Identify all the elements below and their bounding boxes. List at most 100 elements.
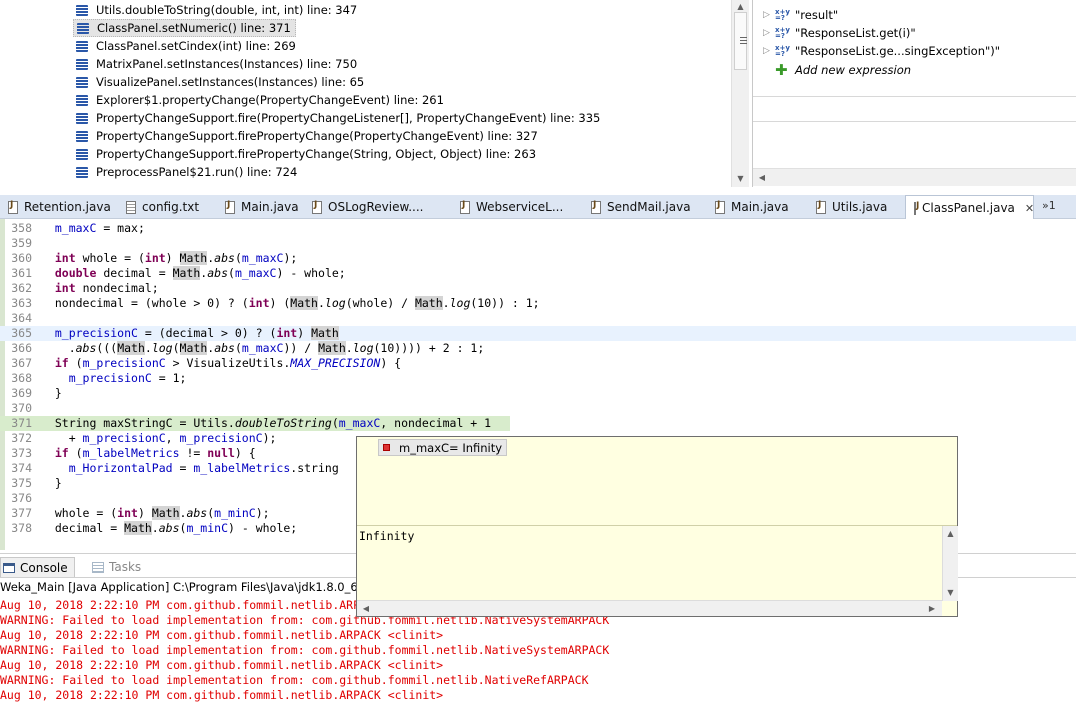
code-text: int whole = (int) Math.abs(m_maxC);	[54, 251, 298, 265]
stack-frame-row[interactable]: VisualizePanel.setInstances(Instances) l…	[76, 73, 364, 91]
console-icon	[3, 562, 15, 573]
code-text: if (m_labelMetrics != null) {	[54, 446, 256, 460]
code-line: 363 nondecimal = (whole > 0) ? (int) (Ma…	[0, 296, 1076, 311]
stack-frame-label: PreprocessPanel$21.run() line: 724	[96, 165, 298, 179]
java-file-icon	[715, 200, 725, 214]
line-number: 363	[11, 296, 32, 310]
java-file-icon	[914, 201, 919, 215]
line-number: 368	[11, 371, 32, 385]
hover-vertical-scrollbar[interactable]: ▲ ▼	[942, 526, 958, 601]
editor-tab[interactable]: config.txt	[118, 195, 199, 219]
code-text: }	[41, 476, 62, 490]
add-plus-icon: ✚	[775, 61, 788, 79]
editor-tab[interactable]: Retention.java	[0, 195, 111, 219]
stack-frame-label: VisualizePanel.setInstances(Instances) l…	[96, 75, 365, 89]
stack-frame-label: PropertyChangeSupport.firePropertyChange…	[96, 147, 537, 161]
code-line: 367 if (m_precisionC > VisualizeUtils.MA…	[0, 356, 1076, 371]
code-text: + m_precisionC, m_precisionC);	[41, 431, 277, 445]
stack-frame-row[interactable]: PreprocessPanel$21.run() line: 724	[76, 163, 297, 181]
stack-frame-icon	[76, 112, 88, 124]
editor-tab[interactable]: Utils.java	[808, 195, 887, 219]
expression-row[interactable]: ▷ x+y =? "result"	[763, 6, 838, 24]
code-line-breakpoint: 371 String maxStringC = Utils.doubleToSt…	[0, 416, 510, 431]
code-line: 358 m_maxC = max;	[0, 221, 1076, 236]
expression-label: "ResponseList.get(i)"	[795, 26, 916, 40]
close-tab-icon[interactable]: ✕	[1025, 202, 1034, 215]
private-field-icon	[383, 444, 390, 451]
stack-frame-row[interactable]: PropertyChangeSupport.firePropertyChange…	[76, 127, 538, 145]
editor-tab[interactable]: Main.java	[707, 195, 789, 219]
hover-variable-tree[interactable]: m_maxC= Infinity	[357, 437, 957, 526]
stack-frame-row[interactable]: MatrixPanel.setInstances(Instances) line…	[76, 55, 357, 73]
stack-frame-label: Utils.doubleToString(double, int, int) l…	[96, 3, 358, 17]
stack-frame-row[interactable]: PropertyChangeSupport.firePropertyChange…	[76, 145, 536, 163]
expression-row[interactable]: ▷ x+y =? "ResponseList.ge...singExceptio…	[763, 42, 1000, 60]
scroll-down-arrow-icon[interactable]: ▼	[732, 174, 749, 183]
add-expression-row[interactable]: ✚ Add new expression	[763, 61, 911, 79]
code-text: double decimal = Math.abs(m_maxC) - whol…	[54, 266, 346, 280]
code-line: 364	[0, 311, 1076, 326]
code-text: whole = (int) Math.abs(m_minC);	[41, 506, 270, 520]
console-line: Aug 10, 2018 2:22:10 PM com.github.fommi…	[0, 688, 444, 702]
scroll-right-arrow-icon[interactable]: ▶	[925, 604, 939, 613]
scroll-left-arrow-icon[interactable]: ◀	[359, 604, 373, 613]
console-line: WARNING: Failed to load implementation f…	[0, 643, 610, 657]
code-text: nondecimal = (whole > 0) ? (int) (Math.l…	[41, 296, 540, 310]
stack-frame-row[interactable]: PropertyChangeSupport.fire(PropertyChang…	[76, 109, 600, 127]
java-file-icon	[225, 200, 235, 214]
stack-frame-row[interactable]: Explorer$1.propertyChange(PropertyChange…	[76, 91, 444, 109]
scroll-up-arrow-icon[interactable]: ▲	[732, 2, 749, 11]
hover-variable-item[interactable]: m_maxC= Infinity	[378, 439, 508, 456]
scroll-down-arrow-icon[interactable]: ▼	[943, 588, 958, 597]
tab-console[interactable]: Console	[0, 557, 75, 577]
stack-frame-label: ClassPanel.setCindex(int) line: 269	[96, 39, 296, 53]
hover-horizontal-scrollbar[interactable]: ◀ ▶	[357, 600, 942, 616]
line-number: 378	[11, 521, 32, 535]
expressions-horizontal-scrollbar[interactable]: ◀	[753, 168, 1076, 186]
editor-tab[interactable]: WebserviceL...	[452, 195, 563, 219]
grip-icon	[740, 37, 747, 45]
debug-stack-view: Utils.doubleToString(double, int, int) l…	[0, 0, 749, 187]
scrollbar-thumb[interactable]	[734, 12, 747, 70]
tab-tasks[interactable]: Tasks	[90, 557, 147, 577]
tasks-icon	[92, 561, 104, 573]
tab-label: OSLogReview....	[328, 200, 424, 214]
tab-overflow-button[interactable]: »1	[1042, 199, 1056, 212]
editor-tab[interactable]: OSLogReview....	[304, 195, 423, 219]
add-expression-label: Add new expression	[795, 63, 912, 77]
editor-tab[interactable]: SendMail.java	[583, 195, 691, 219]
stack-frame-icon	[76, 148, 88, 160]
stack-frame-icon	[76, 58, 88, 70]
expressions-view: ▷ x+y =? "result" ▷ x+y =? "ResponseList…	[752, 0, 1076, 187]
hover-detail-text[interactable]: Infinity	[359, 529, 414, 543]
stack-frame-row[interactable]: ClassPanel.setCindex(int) line: 269	[76, 37, 296, 55]
line-number: 374	[11, 461, 32, 475]
stack-frame-icon	[76, 76, 88, 88]
stack-frame-icon	[76, 94, 88, 106]
java-file-icon	[591, 200, 601, 214]
console-line: WARNING: Failed to load implementation f…	[0, 673, 589, 687]
stack-frame-label: Explorer$1.propertyChange(PropertyChange…	[96, 93, 444, 107]
editor-tab-active[interactable]: ClassPanel.java ✕	[905, 195, 1034, 220]
expression-row[interactable]: ▷ x+y =? "ResponseList.get(i)"	[763, 24, 916, 42]
expand-arrow-icon[interactable]: ▷	[763, 46, 775, 56]
stack-vertical-scrollbar[interactable]: ▲ ▼	[731, 0, 749, 187]
stack-frame-row-selected[interactable]: ClassPanel.setNumeric() line: 371	[73, 19, 296, 37]
scroll-up-arrow-icon[interactable]: ▲	[943, 529, 958, 538]
line-number: 376	[11, 491, 32, 505]
stack-frame-icon	[76, 166, 88, 178]
expand-arrow-icon[interactable]: ▷	[763, 10, 775, 20]
editor-tab[interactable]: Main.java	[217, 195, 299, 219]
stack-frame-row[interactable]: Utils.doubleToString(double, int, int) l…	[76, 1, 357, 19]
code-text: m_precisionC = 1;	[68, 371, 187, 385]
code-text: m_precisionC = (decimal > 0) ? (int) Mat…	[54, 326, 339, 340]
expand-arrow-icon[interactable]: ▷	[763, 28, 775, 38]
variable-hover-popup[interactable]: m_maxC= Infinity Infinity ▲ ▼ ◀ ▶	[356, 436, 958, 617]
expression-details-pane	[753, 96, 1076, 122]
scroll-left-arrow-icon[interactable]: ◀	[755, 173, 769, 182]
line-number: 375	[11, 476, 32, 490]
editor-tab-bar: Retention.java config.txt Main.java OSLo…	[0, 195, 1076, 220]
code-text: m_maxC = max;	[54, 221, 145, 235]
hover-variable-label: m_maxC= Infinity	[399, 440, 503, 455]
expression-label: "ResponseList.ge...singException")"	[795, 44, 1001, 58]
